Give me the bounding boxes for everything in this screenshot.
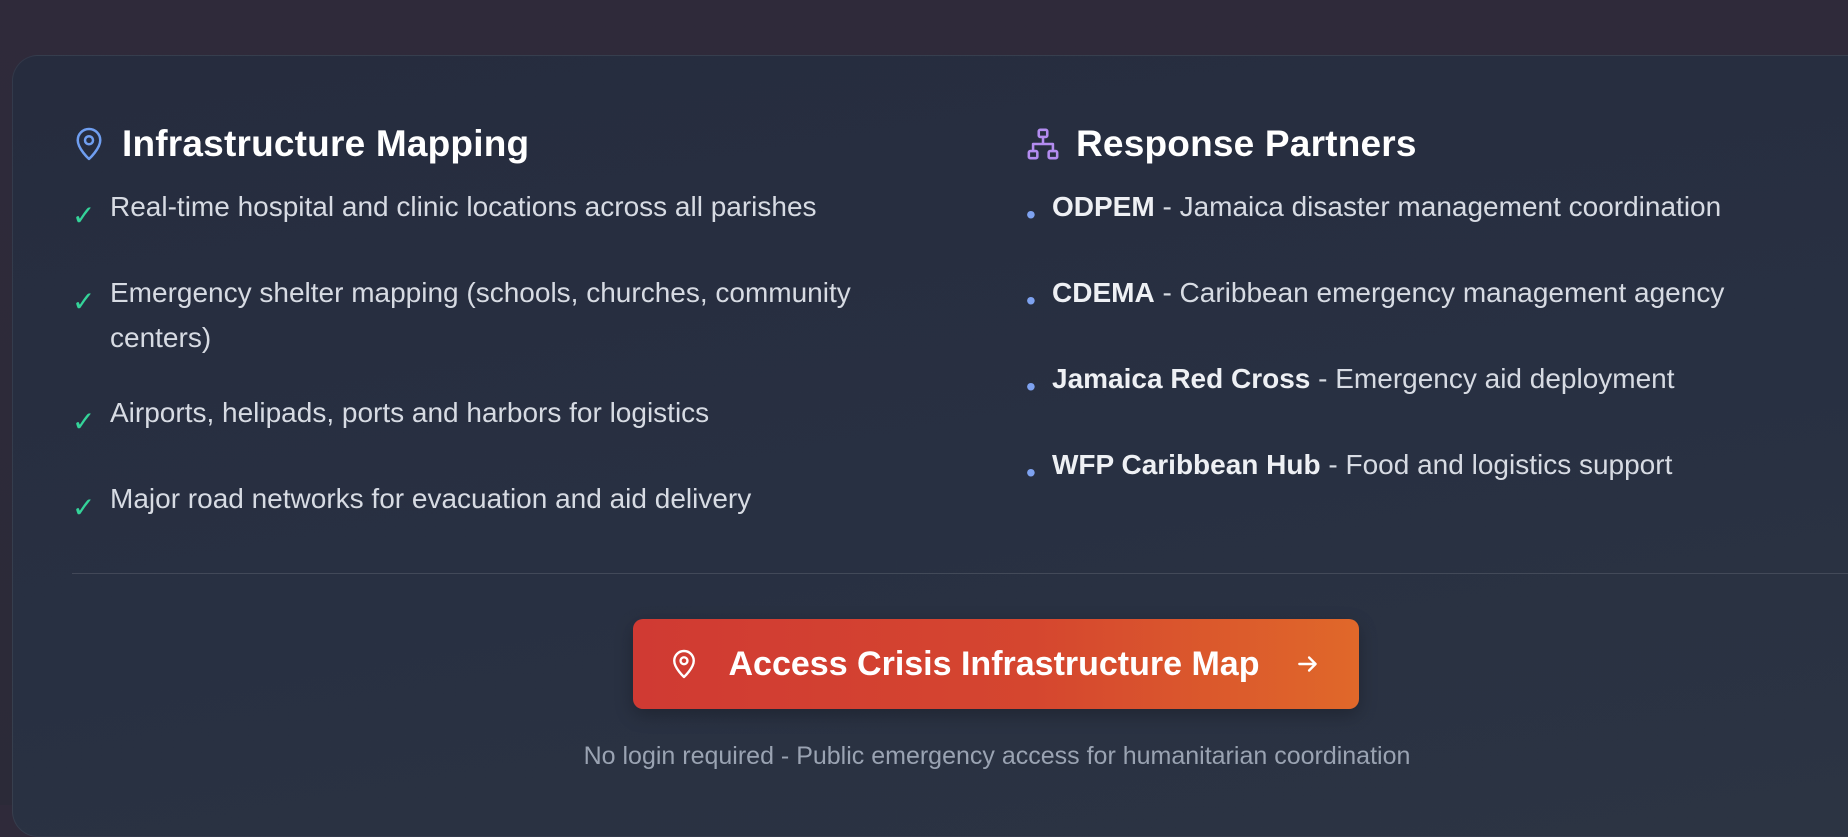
partner-desc: - Jamaica disaster management coordinati… xyxy=(1154,191,1722,222)
list-item: • Jamaica Red Cross - Emergency aid depl… xyxy=(1026,356,1848,412)
partner-entry: CDEMA - Caribbean emergency management a… xyxy=(1052,270,1848,315)
infrastructure-title: Infrastructure Mapping xyxy=(122,123,530,164)
bullet-icon: • xyxy=(1026,199,1036,230)
partner-entry: Jamaica Red Cross - Emergency aid deploy… xyxy=(1052,356,1848,401)
partner-desc: - Food and logistics support xyxy=(1320,449,1673,480)
list-item: ✓ Airports, helipads, ports and harbors … xyxy=(72,390,952,446)
map-pin-icon xyxy=(669,647,699,681)
section-divider xyxy=(72,573,1848,574)
infrastructure-section: Infrastructure Mapping ✓ Real-time hospi… xyxy=(72,116,952,562)
bullet-icon: • xyxy=(1026,371,1036,402)
partners-section: Response Partners • ODPEM - Jamaica disa… xyxy=(1026,116,1848,528)
list-item-text: Emergency shelter mapping (schools, chur… xyxy=(110,277,851,353)
list-item-text: Real-time hospital and clinic locations … xyxy=(110,191,817,222)
check-icon: ✓ xyxy=(72,200,96,231)
list-item: • WFP Caribbean Hub - Food and logistics… xyxy=(1026,442,1848,498)
map-pin-icon xyxy=(72,125,106,163)
partner-desc: - Caribbean emergency management agency xyxy=(1154,277,1725,308)
access-map-button-label: Access Crisis Infrastructure Map xyxy=(728,644,1260,683)
arrow-right-icon xyxy=(1293,649,1323,679)
partner-name: Jamaica Red Cross xyxy=(1052,363,1311,394)
check-icon: ✓ xyxy=(72,406,96,437)
list-item-text: Airports, helipads, ports and harbors fo… xyxy=(110,397,710,428)
partner-entry: ODPEM - Jamaica disaster management coor… xyxy=(1052,184,1848,229)
list-item: • CDEMA - Caribbean emergency management… xyxy=(1026,270,1848,326)
partner-entry: WFP Caribbean Hub - Food and logistics s… xyxy=(1052,442,1848,487)
partner-name: WFP Caribbean Hub xyxy=(1052,449,1321,480)
bullet-icon: • xyxy=(1026,285,1036,316)
partners-title: Response Partners xyxy=(1076,123,1417,164)
infrastructure-list: ✓ Real-time hospital and clinic location… xyxy=(72,184,952,532)
access-note: No login required - Public emergency acc… xyxy=(583,742,1411,770)
list-item: ✓ Real-time hospital and clinic location… xyxy=(72,184,952,240)
bullet-icon: • xyxy=(1026,457,1036,488)
check-icon: ✓ xyxy=(72,286,96,317)
partners-list: • ODPEM - Jamaica disaster management co… xyxy=(1026,184,1848,498)
list-item-text: Major road networks for evacuation and a… xyxy=(110,483,752,514)
partner-desc: - Emergency aid deployment xyxy=(1310,363,1675,394)
infrastructure-heading: Infrastructure Mapping xyxy=(72,116,952,172)
list-item: • ODPEM - Jamaica disaster management co… xyxy=(1026,184,1848,240)
partner-name: ODPEM xyxy=(1052,191,1155,222)
list-item: ✓ Emergency shelter mapping (schools, ch… xyxy=(72,270,952,360)
access-map-button[interactable]: Access Crisis Infrastructure Map xyxy=(633,619,1359,709)
partners-heading: Response Partners xyxy=(1026,116,1848,172)
network-icon xyxy=(1026,125,1060,163)
check-icon: ✓ xyxy=(72,492,96,523)
list-item: ✓ Major road networks for evacuation and… xyxy=(72,476,952,532)
partner-name: CDEMA xyxy=(1052,277,1155,308)
